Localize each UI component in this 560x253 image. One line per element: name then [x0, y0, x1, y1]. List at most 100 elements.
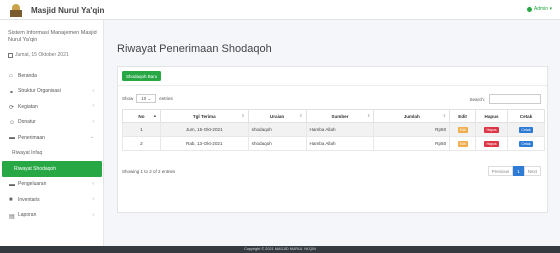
sidebar-item-laporan[interactable]: ▤ Laporan ‹	[0, 208, 104, 224]
users-icon: ☺	[9, 119, 16, 126]
hapus-button[interactable]: Hapus	[484, 126, 499, 133]
pagination-page-1[interactable]: 1	[513, 166, 524, 176]
sidebar-item-label: Kegiatan	[18, 103, 38, 110]
edit-button[interactable]: Edit	[457, 140, 468, 147]
column-header-hapus: Hapus	[475, 109, 509, 123]
folder-icon: ▬	[9, 135, 15, 142]
cell-edit: Edit	[449, 136, 477, 151]
entries-label: entries	[159, 96, 173, 101]
cell-hapus: Hapus	[475, 122, 509, 137]
sidebar-item-donatur[interactable]: ☺ Donatur ‹	[0, 115, 104, 131]
sidebar-nav: ⌂ Beranda ⚭ Struktur Organisasi ‹ ⟳ Kegiatan ‹ ☺…	[0, 68, 104, 223]
sidebar-item-riwayat-shodaqoh[interactable]: Riwayat Shodaqoh	[2, 161, 102, 177]
app-title: Masjid Nurul Ya'qin	[31, 5, 105, 15]
sidebar-item-penerimaan[interactable]: ▬ Penerimaan ⌄	[0, 130, 104, 146]
column-header-label: Uraian	[269, 113, 285, 119]
page-length-select[interactable]: 10 ⌄	[136, 94, 157, 103]
search-input[interactable]	[489, 94, 541, 104]
pagination: Previous 1 Next	[487, 166, 541, 176]
pagination-next[interactable]: Next	[523, 166, 541, 176]
table-header-row: No ▲ Tgl Terima ⇕ Uraian ⇕ Sumber ⇕ Jumlah ⇕ Edit H…	[122, 109, 545, 123]
show-label: Show	[122, 96, 134, 101]
sidebar-item-kegiatan[interactable]: ⟳ Kegiatan ‹	[0, 99, 104, 115]
sort-asc-icon: ▲	[152, 113, 157, 118]
column-header-cetak: Cetak	[507, 109, 545, 123]
sidebar-item-label: Riwayat Infaq	[12, 150, 43, 157]
home-icon: ⌂	[9, 73, 13, 80]
sidebar-item-pengeluaran[interactable]: ▬ Pengeluaran ‹	[0, 177, 104, 193]
cell-no: 1	[122, 122, 161, 137]
cell-jumlah: Rp50	[373, 122, 451, 137]
column-header-label: Sumber	[331, 113, 349, 119]
sort-icon: ⇕	[366, 113, 371, 118]
edit-button[interactable]: Edit	[457, 126, 468, 133]
sidebar-item-inventaris[interactable]: ■ Inventaris ‹	[0, 192, 104, 208]
pagination-previous[interactable]: Previous	[487, 166, 514, 176]
box-icon: ■	[9, 197, 13, 204]
book-icon: ▤	[9, 213, 15, 220]
folder-icon: ▬	[9, 181, 15, 188]
chevron-down-icon: ⌄	[147, 95, 152, 101]
cell-edit: Edit	[449, 122, 477, 137]
table-card: Shodaqoh Baru Show 10 ⌄ entries Search: …	[117, 66, 548, 213]
main-content: Riwayat Penerimaan Shodaqoh Shodaqoh Bar…	[104, 20, 560, 246]
page-length-value: 10	[141, 96, 147, 101]
cell-uraian: shodaqoh	[247, 136, 307, 151]
column-header-edit: Edit	[449, 109, 477, 123]
cell-tgl: Rab, 13-Okt-2021	[159, 136, 249, 151]
card-divider	[118, 85, 547, 86]
sidebar-item-label: Inventaris	[18, 196, 40, 203]
cell-uraian: shodaqoh	[247, 122, 307, 137]
chevron-left-icon: ‹	[92, 103, 94, 109]
caret-down-icon: ▾	[548, 6, 552, 12]
footer: Copyright © 2021 MASJID NURUL YA'QIN	[0, 246, 560, 253]
brand[interactable]: Masjid Nurul Ya'qin	[9, 3, 104, 17]
sort-icon: ⇕	[442, 113, 447, 118]
sync-icon: ⟳	[9, 105, 15, 112]
column-header-sumber[interactable]: Sumber ⇕	[305, 109, 375, 123]
current-date: Jumat, 15 Oktober 2021	[8, 52, 69, 58]
page-title: Riwayat Penerimaan Shodaqoh	[117, 43, 272, 55]
user-menu[interactable]: Admin ▾	[526, 6, 552, 12]
cell-cetak: Cetak	[507, 122, 545, 137]
column-header-label: Tgl Terima	[192, 113, 216, 119]
cell-tgl: Jum, 15-Okt-2021	[159, 122, 249, 137]
search-label: Search:	[469, 96, 485, 102]
add-shodaqoh-button[interactable]: Shodaqoh Baru	[122, 71, 162, 81]
top-navbar: Masjid Nurul Ya'qin Admin ▾	[0, 0, 560, 20]
cell-sumber: Hamba Allah	[305, 136, 375, 151]
hapus-button[interactable]: Hapus	[484, 140, 499, 147]
column-header-uraian[interactable]: Uraian ⇕	[247, 109, 307, 123]
sort-icon: ⇕	[241, 113, 245, 118]
mosque-logo-icon	[9, 3, 23, 17]
sidebar-item-label: Laporan	[18, 212, 37, 219]
column-header-label: No	[138, 113, 145, 119]
chevron-left-icon: ‹	[92, 211, 94, 218]
sidebar-item-struktur-organisasi[interactable]: ⚭ Struktur Organisasi ‹	[0, 84, 104, 100]
column-header-label: Cetak	[519, 113, 533, 119]
table-search: Search:	[469, 94, 541, 104]
chevron-left-icon: ‹	[92, 180, 94, 187]
shodaqoh-table: No ▲ Tgl Terima ⇕ Uraian ⇕ Sumber ⇕ Jumlah ⇕ Edit H…	[122, 109, 545, 151]
calendar-icon	[8, 52, 13, 58]
chevron-down-icon: ⌄	[89, 134, 94, 140]
cetak-button[interactable]: Cetak	[519, 140, 533, 147]
cell-jumlah: Rp50	[373, 136, 451, 151]
sort-icon: ⇕	[299, 113, 303, 118]
sidebar-item-riwayat-infaq[interactable]: Riwayat Infaq	[0, 146, 104, 162]
column-header-no[interactable]: No ▲	[122, 109, 161, 123]
table-info: Showing 1 to 2 of 2 entries	[122, 169, 176, 174]
cetak-button[interactable]: Cetak	[519, 126, 533, 133]
user-icon	[526, 6, 532, 12]
column-header-tgl-terima[interactable]: Tgl Terima ⇕	[159, 109, 249, 123]
column-header-jumlah[interactable]: Jumlah ⇕	[373, 109, 451, 123]
cell-no: 2	[122, 136, 161, 151]
column-header-label: Hapus	[484, 113, 499, 119]
cell-sumber: Hamba Allah	[305, 122, 375, 137]
sidebar-item-beranda[interactable]: ⌂ Beranda	[0, 68, 104, 84]
sitemap-icon: ⚭	[9, 89, 15, 96]
column-header-label: Edit	[458, 113, 467, 119]
table-row: 2 Rab, 13-Okt-2021 shodaqoh Hamba Allah Rp50…	[122, 136, 545, 151]
page-length-control: Show 10 ⌄ entries	[122, 94, 173, 103]
sidebar-item-label: Riwayat Shodaqoh	[14, 165, 56, 172]
